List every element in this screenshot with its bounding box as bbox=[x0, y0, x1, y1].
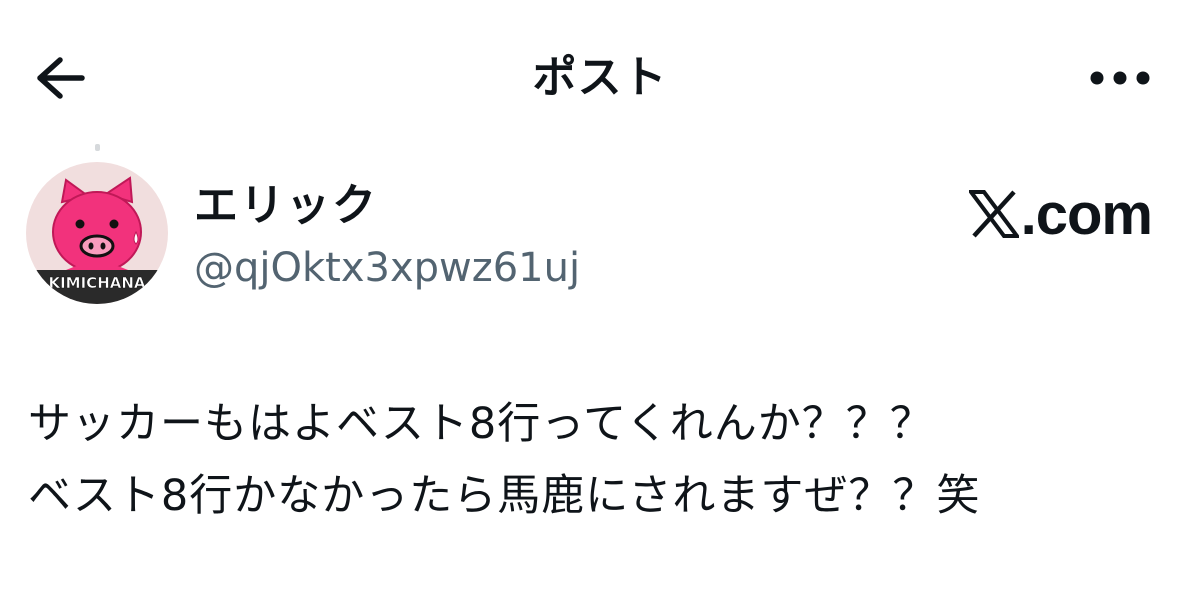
avatar-label: KIMICHANA bbox=[48, 274, 145, 292]
x-logo-icon bbox=[968, 190, 1019, 238]
divider-dot bbox=[95, 144, 100, 151]
top-bar: ポスト bbox=[0, 0, 1200, 150]
logo-domain-text: .com bbox=[1020, 181, 1153, 247]
pig-avatar-image: KIMICHANA bbox=[26, 162, 168, 304]
display-name[interactable]: エリック bbox=[194, 178, 378, 234]
tweet-line: サッカーもはよベスト8行ってくれんか？？？ bbox=[28, 399, 934, 449]
user-handle[interactable]: @qjOktx3xpwz61uj bbox=[194, 240, 580, 296]
page-title: ポスト bbox=[532, 52, 668, 103]
x-com-watermark: .com bbox=[968, 182, 1153, 247]
more-options-button[interactable] bbox=[1080, 56, 1160, 100]
tweet-line: ベスト8行かなかったら馬鹿にされますぜ？？笑 bbox=[28, 471, 981, 521]
more-horizontal-icon bbox=[1090, 71, 1150, 85]
tweet-text: サッカーもはよベスト8行ってくれんか？？？ ベスト8行かなかったら馬鹿にされます… bbox=[28, 388, 1178, 532]
post-detail-screen: ポスト KIMICHANA エリック @qjOktx3xpwz61uj .com… bbox=[0, 0, 1200, 613]
avatar[interactable]: KIMICHANA bbox=[26, 162, 168, 304]
